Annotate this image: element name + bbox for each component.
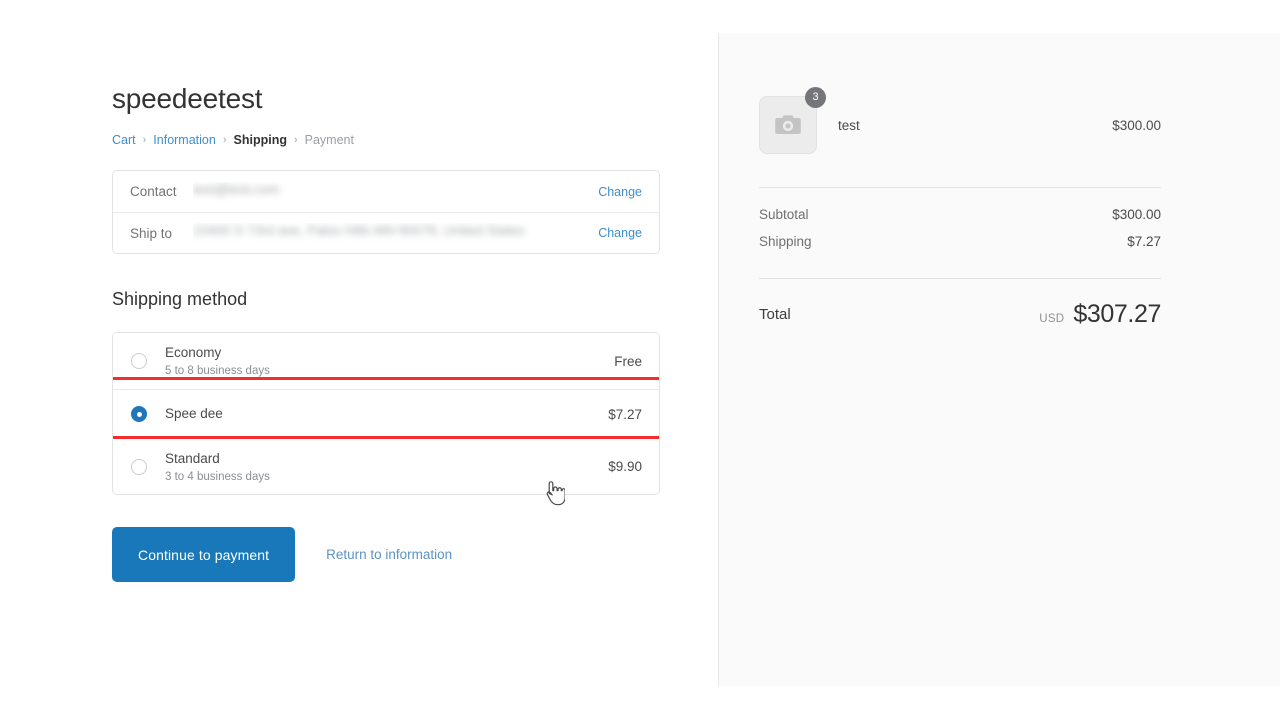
- summary-label-shipping: Shipping: [759, 234, 812, 249]
- summary-label-subtotal: Subtotal: [759, 207, 809, 222]
- summary-value-total: $307.27: [1073, 300, 1161, 328]
- shipping-option-spee-dee-name: Spee dee: [165, 406, 223, 421]
- summary-row-total: Total USD $307.27: [759, 279, 1161, 329]
- shipping-option-spee-dee[interactable]: Spee dee $7.27: [113, 389, 659, 438]
- redacted-ship-to-value: 10400 S 73rd ave, Palos Hills MN 60078, …: [193, 223, 525, 238]
- shipping-option-economy-eta: 5 to 8 business days: [165, 365, 270, 377]
- radio-spee-dee-icon[interactable]: [131, 406, 147, 422]
- summary-totals: Subtotal $300.00 Shipping $7.27: [759, 188, 1161, 278]
- summary-label-total: Total: [759, 306, 791, 323]
- shipping-option-economy-text: Economy 5 to 8 business days: [165, 344, 614, 378]
- line-item-name: test: [838, 117, 860, 133]
- breadcrumb-item-shipping[interactable]: Shipping: [234, 132, 287, 148]
- breadcrumb-item-cart[interactable]: Cart: [112, 132, 136, 148]
- return-to-information-link[interactable]: Return to information: [326, 547, 452, 562]
- summary-currency-code: USD: [1039, 313, 1065, 325]
- line-item-price: $300.00: [1112, 117, 1161, 133]
- change-ship-to-link[interactable]: Change: [598, 226, 642, 240]
- summary-row-shipping: Shipping $7.27: [759, 234, 1161, 261]
- checkout-actions: Continue to payment Return to informatio…: [112, 527, 660, 582]
- checkout-page: speedeetest Cart › Information › Shippin…: [0, 0, 1280, 720]
- review-value-ship-to: 10400 S 73rd ave, Palos Hills MN 60078, …: [193, 223, 598, 243]
- shipping-option-standard-name: Standard: [165, 450, 220, 466]
- shipping-option-economy-price: Free: [614, 353, 642, 369]
- review-row-contact: Contact test@test.com Change: [113, 171, 659, 212]
- page-title: speedeetest: [112, 83, 263, 114]
- summary-row-subtotal: Subtotal $300.00: [759, 207, 1161, 234]
- breadcrumb-item-payment: Payment: [304, 133, 354, 147]
- continue-to-payment-button[interactable]: Continue to payment: [112, 527, 296, 582]
- review-value-contact: test@test.com: [193, 182, 598, 202]
- breadcrumb-separator-icon: ›: [142, 134, 147, 146]
- review-row-ship-to: Ship to 10400 S 73rd ave, Palos Hills MN…: [113, 212, 659, 253]
- review-label-ship-to: Ship to: [130, 225, 173, 241]
- summary-value-subtotal: $300.00: [1112, 207, 1161, 222]
- shipping-method-heading: Shipping method: [112, 289, 248, 309]
- order-review-card: Contact test@test.com Change Ship to 104…: [112, 170, 660, 254]
- summary-total-amount-group: USD $307.27: [1039, 300, 1161, 329]
- shipping-option-spee-dee-text: Spee dee: [165, 405, 608, 423]
- order-summary-content: 3 test $300.00 Subtotal $300.00 Shipping…: [759, 87, 1161, 329]
- breadcrumb-separator-icon: ›: [222, 134, 227, 146]
- radio-standard-icon[interactable]: [131, 458, 147, 475]
- breadcrumb-separator-icon: ›: [293, 134, 298, 146]
- order-summary-panel: 3 test $300.00 Subtotal $300.00 Shipping…: [718, 33, 1280, 686]
- checkout-main-column: speedeetest Cart › Information › Shippin…: [112, 82, 660, 582]
- breadcrumb-item-information[interactable]: Information: [153, 132, 216, 148]
- review-label-contact: Contact: [130, 184, 177, 199]
- line-item-thumbnail-wrap: 3: [759, 87, 826, 154]
- change-contact-link[interactable]: Change: [598, 185, 642, 199]
- shipping-option-standard-price: $9.90: [608, 459, 642, 474]
- shipping-option-standard[interactable]: Standard 3 to 4 business days $9.90: [113, 438, 659, 494]
- redacted-contact-value: test@test.com: [193, 181, 280, 197]
- shipping-option-economy[interactable]: Economy 5 to 8 business days Free: [113, 333, 659, 389]
- line-item: 3 test $300.00: [759, 87, 1161, 187]
- shipping-option-standard-eta: 3 to 4 business days: [165, 470, 270, 483]
- breadcrumb: Cart › Information › Shipping › Payment: [112, 132, 660, 148]
- line-item-quantity-badge: 3: [805, 87, 826, 108]
- radio-economy-icon[interactable]: [131, 353, 147, 369]
- shipping-method-list: Economy 5 to 8 business days Free Spee d…: [112, 332, 660, 495]
- shipping-option-standard-text: Standard 3 to 4 business days: [165, 450, 608, 484]
- summary-value-shipping: $7.27: [1127, 234, 1161, 249]
- shipping-option-spee-dee-price: $7.27: [608, 406, 642, 422]
- shipping-option-economy-name: Economy: [165, 345, 222, 360]
